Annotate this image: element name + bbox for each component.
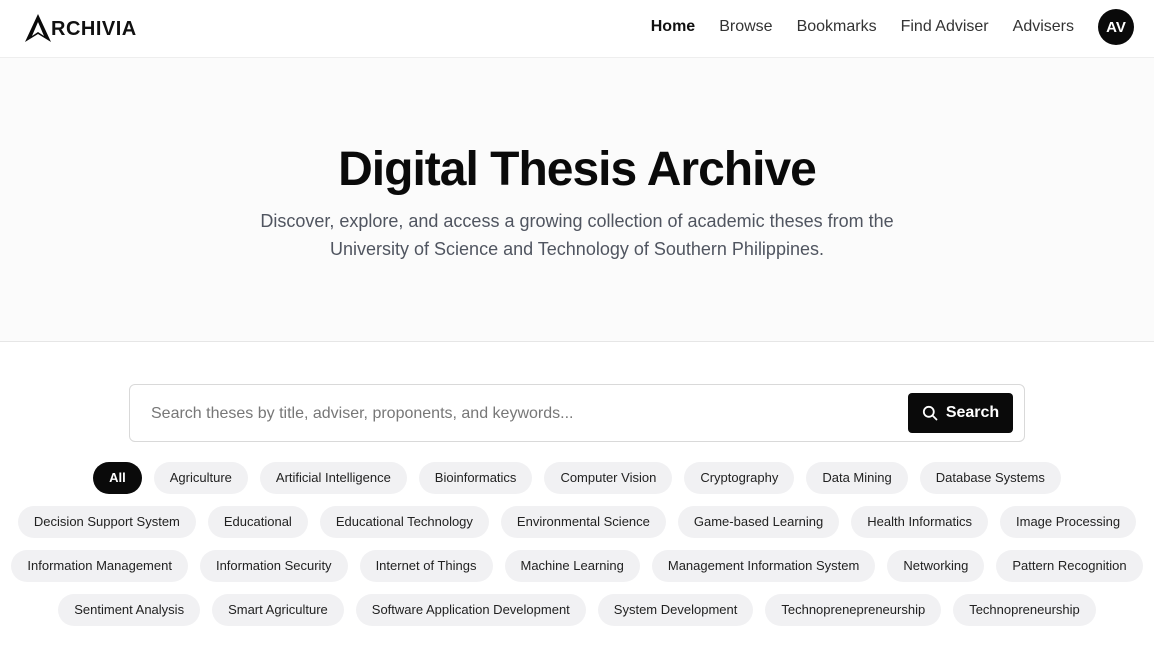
tag-system-development[interactable]: System Development: [597, 594, 754, 626]
tag-decision-support-system[interactable]: Decision Support System: [17, 506, 196, 538]
tag-cryptography[interactable]: Cryptography: [684, 462, 795, 494]
tag-row-4: Sentiment Analysis Smart Agriculture Sof…: [0, 594, 1154, 626]
page-title: Digital Thesis Archive: [338, 143, 817, 196]
tag-row-2: Decision Support System Educational Educ…: [0, 506, 1154, 538]
subtitle-line-1: Discover, explore, and access a growing …: [260, 211, 894, 231]
tag-software-application-development[interactable]: Software Application Development: [355, 594, 586, 626]
tag-smart-agriculture[interactable]: Smart Agriculture: [212, 594, 344, 626]
tag-management-information-system[interactable]: Management Information System: [651, 550, 876, 582]
tag-computer-vision[interactable]: Computer Vision: [544, 462, 673, 494]
tag-agriculture[interactable]: Agriculture: [153, 462, 248, 494]
nav-find-adviser[interactable]: Find Adviser: [901, 18, 989, 36]
search-input[interactable]: [149, 399, 893, 429]
main-menu: Home Browse Bookmarks Find Adviser Advis…: [651, 9, 1134, 45]
tag-environmental-science[interactable]: Environmental Science: [500, 506, 666, 538]
tag-artificial-intelligence[interactable]: Artificial Intelligence: [259, 462, 407, 494]
search-button[interactable]: Search: [908, 393, 1013, 433]
nav-advisers[interactable]: Advisers: [1013, 18, 1074, 36]
archivia-logo-icon: [25, 14, 51, 42]
nav-bookmarks[interactable]: Bookmarks: [797, 18, 877, 36]
brand-name: RCHIVIA: [51, 17, 137, 40]
brand-logo[interactable]: RCHIVIA: [23, 13, 137, 43]
tag-information-management[interactable]: Information Management: [11, 550, 188, 582]
tag-networking[interactable]: Networking: [887, 550, 985, 582]
tag-game-based-learning[interactable]: Game-based Learning: [677, 506, 840, 538]
nav-home[interactable]: Home: [651, 18, 695, 36]
tag-sentiment-analysis[interactable]: Sentiment Analysis: [58, 594, 201, 626]
tag-data-mining[interactable]: Data Mining: [806, 462, 908, 494]
subtitle-line-2: University of Science and Technology of …: [330, 239, 824, 259]
tag-row-1: All Agriculture Artificial Intelligence …: [0, 462, 1154, 494]
tag-information-security[interactable]: Information Security: [199, 550, 348, 582]
search-bar: Search: [129, 384, 1025, 442]
tag-image-processing[interactable]: Image Processing: [1000, 506, 1137, 538]
tag-machine-learning[interactable]: Machine Learning: [504, 550, 640, 582]
nav-browse[interactable]: Browse: [719, 18, 772, 36]
tag-database-systems[interactable]: Database Systems: [919, 462, 1061, 494]
tag-internet-of-things[interactable]: Internet of Things: [359, 550, 493, 582]
tag-technoprenepreneurship[interactable]: Technoprenepreneurship: [765, 594, 942, 626]
tag-technopreneurship[interactable]: Technopreneurship: [953, 594, 1096, 626]
category-filter: All Agriculture Artificial Intelligence …: [0, 462, 1154, 638]
user-avatar[interactable]: AV: [1098, 9, 1134, 45]
tag-row-3: Information Management Information Secur…: [0, 550, 1154, 582]
tag-pattern-recognition[interactable]: Pattern Recognition: [996, 550, 1143, 582]
page-subtitle: Discover, explore, and access a growing …: [0, 207, 1154, 263]
tag-bioinformatics[interactable]: Bioinformatics: [418, 462, 533, 494]
top-navbar: RCHIVIA Home Browse Bookmarks Find Advis…: [0, 0, 1154, 58]
tag-health-informatics[interactable]: Health Informatics: [851, 506, 989, 538]
hero-section: Digital Thesis Archive Discover, explore…: [0, 58, 1154, 342]
tag-all[interactable]: All: [93, 462, 142, 494]
search-button-label: Search: [945, 404, 1000, 421]
tag-educational-technology[interactable]: Educational Technology: [319, 506, 489, 538]
tag-educational[interactable]: Educational: [207, 506, 308, 538]
search-icon: [922, 405, 938, 421]
